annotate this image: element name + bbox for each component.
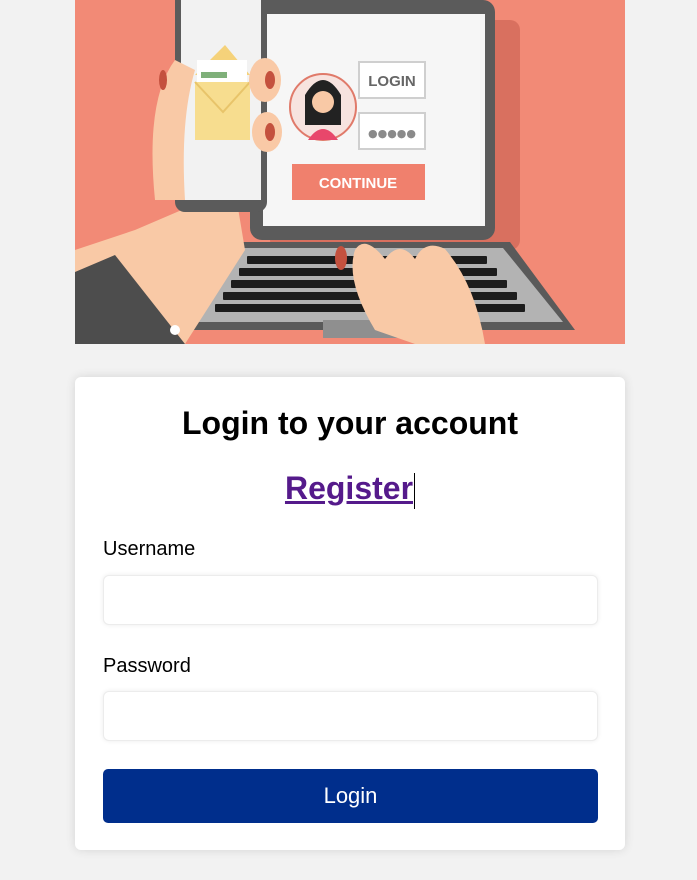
password-input[interactable] [103,691,598,741]
register-link[interactable]: Register [284,470,416,509]
screen-login-label: LOGIN [368,73,416,90]
screen-continue-label: CONTINUE [319,175,397,192]
register-link-label: Register [284,470,414,506]
text-cursor [414,472,416,509]
page-title: Login to your account [182,405,518,441]
password-label: Password [103,655,191,677]
register-link-container: Register [75,468,625,515]
username-label: Username [103,538,196,560]
username-input[interactable] [103,575,598,625]
login-card: Login to your account Register Username … [75,377,625,850]
login-illustration: LOGIN ●●●●● CONTINUE ●●●●●● [75,0,625,344]
login-button[interactable]: Login [103,769,598,823]
screen-password-mask: ●●●●● [368,127,416,140]
